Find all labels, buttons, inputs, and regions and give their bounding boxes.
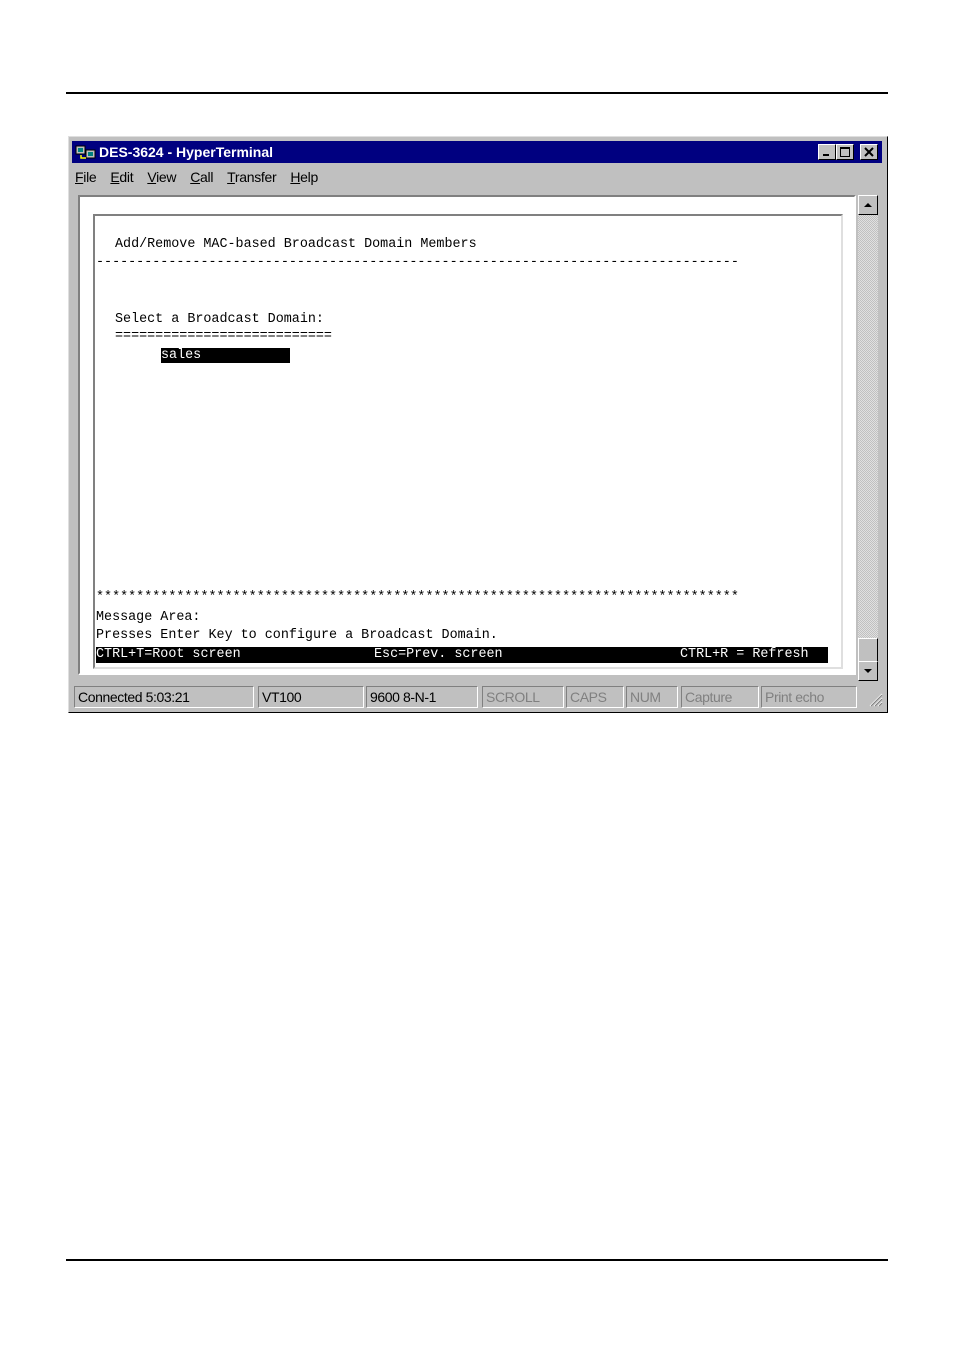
status-num: NUM xyxy=(626,686,678,708)
prompt-underline: =========================== xyxy=(115,329,332,344)
menu-transfer-label: ransfer xyxy=(234,169,277,185)
screen-heading: Add/Remove MAC-based Broadcast Domain Me… xyxy=(115,237,477,252)
shortcut-bar: CTRL+T=Root screen Esc=Prev. screen CTRL… xyxy=(96,647,828,663)
prev-screen-hint: Esc=Prev. screen xyxy=(374,647,503,662)
scroll-down-button[interactable] xyxy=(858,661,878,681)
vertical-scrollbar[interactable] xyxy=(858,195,878,681)
root-screen-hint: CTRL+T=Root screen xyxy=(96,647,241,662)
status-bar: Connected 5:03:21 VT100 9600 8-N-1 SCROL… xyxy=(72,686,884,708)
menu-call[interactable]: Call xyxy=(190,169,213,189)
arrow-down-icon xyxy=(864,669,872,673)
status-settings: 9600 8-N-1 xyxy=(366,686,478,708)
menu-call-label: all xyxy=(200,169,214,185)
menu-call-accel: C xyxy=(190,169,201,185)
minimize-icon xyxy=(823,154,829,156)
dash-separator: ----------------------------------------… xyxy=(96,255,739,270)
terminal-screen: Add/Remove MAC-based Broadcast Domain Me… xyxy=(93,214,843,669)
hyperterminal-window: DES-3624 - HyperTerminal File Edit View … xyxy=(68,136,888,713)
menu-edit[interactable]: Edit xyxy=(110,169,133,189)
menu-transfer-accel: T xyxy=(227,169,235,185)
menu-file[interactable]: File xyxy=(75,169,97,189)
menu-view[interactable]: View xyxy=(147,169,176,189)
star-separator: ****************************************… xyxy=(96,590,739,605)
scroll-up-button[interactable] xyxy=(858,195,878,215)
status-emulation: VT100 xyxy=(258,686,364,708)
refresh-hint: CTRL+R = Refresh xyxy=(680,647,809,662)
page-top-rule xyxy=(66,92,888,94)
select-domain-prompt: Select a Broadcast Domain: xyxy=(115,312,324,327)
menu-help-accel: H xyxy=(290,169,301,185)
arrow-up-icon xyxy=(864,203,872,207)
menu-file-label: ile xyxy=(83,169,97,185)
hyperterminal-icon xyxy=(75,145,96,159)
status-capture: Capture xyxy=(681,686,759,708)
maximize-button[interactable] xyxy=(836,144,854,160)
terminal-area[interactable]: Add/Remove MAC-based Broadcast Domain Me… xyxy=(78,195,856,675)
menu-view-label: iew xyxy=(156,169,177,185)
status-connected: Connected 5:03:21 xyxy=(74,686,254,708)
menu-view-accel: V xyxy=(147,169,157,185)
message-text: Presses Enter Key to configure a Broadca… xyxy=(96,628,498,643)
close-icon xyxy=(864,147,874,157)
menu-edit-label: dit xyxy=(119,169,134,185)
menu-help-label: elp xyxy=(300,169,318,185)
maximize-icon xyxy=(840,147,850,157)
resize-grip-icon[interactable] xyxy=(867,691,883,707)
page-bottom-rule xyxy=(66,1259,888,1261)
domain-option-sales[interactable]: sales xyxy=(161,348,290,363)
menu-bar: File Edit View Call Transfer Help xyxy=(75,169,332,189)
scroll-track[interactable] xyxy=(858,195,878,681)
scroll-thumb[interactable] xyxy=(858,638,878,662)
title-bar[interactable]: DES-3624 - HyperTerminal xyxy=(72,141,882,163)
window-title: DES-3624 - HyperTerminal xyxy=(99,144,274,160)
minimize-button[interactable] xyxy=(818,144,836,160)
status-caps: CAPS xyxy=(566,686,624,708)
close-button[interactable] xyxy=(860,144,878,160)
menu-help[interactable]: Help xyxy=(290,169,318,189)
menu-transfer[interactable]: Transfer xyxy=(227,169,277,189)
message-area-label: Message Area: xyxy=(96,610,201,625)
status-scroll: SCROLL xyxy=(482,686,564,708)
status-print-echo: Print echo xyxy=(761,686,857,708)
